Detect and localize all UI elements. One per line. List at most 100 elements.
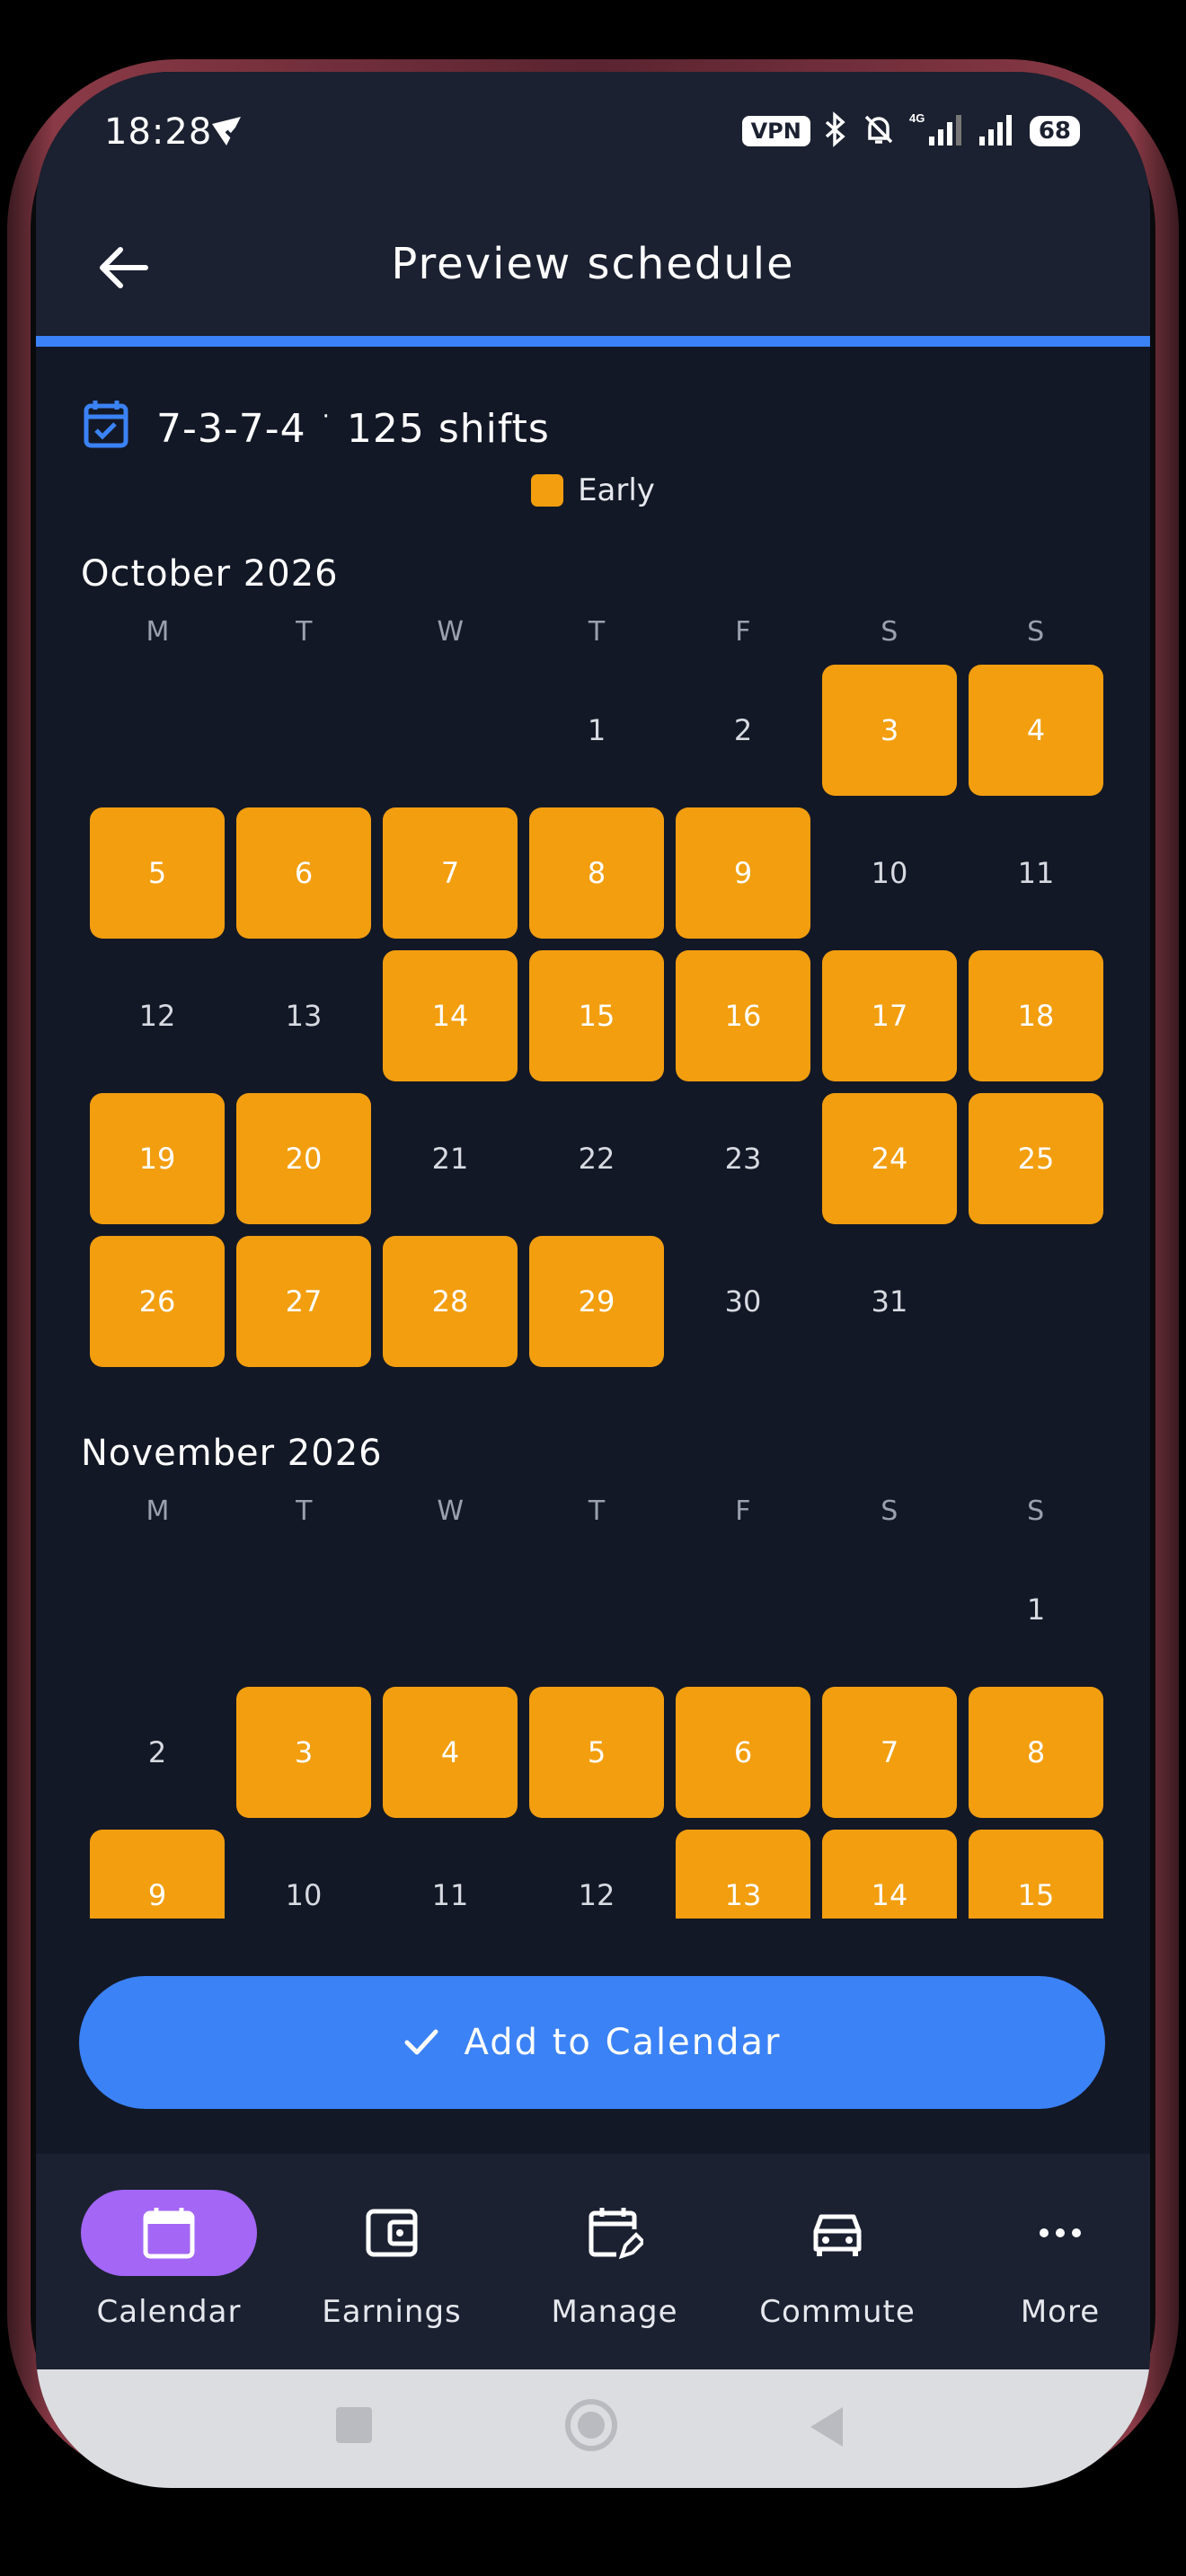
shift-day[interactable]: 9 (90, 1830, 225, 1919)
shift-day[interactable]: 18 (969, 950, 1103, 1081)
page-title: Preview schedule (391, 239, 795, 289)
shift-day[interactable]: 4 (383, 1687, 518, 1818)
shift-day[interactable]: 8 (969, 1687, 1103, 1818)
shift-day[interactable]: 5 (529, 1687, 664, 1818)
shift-day[interactable]: 17 (822, 950, 957, 1081)
recents-button[interactable] (334, 2404, 374, 2452)
shift-day[interactable]: 3 (236, 1687, 371, 1818)
shift-day[interactable]: 13 (676, 1830, 810, 1919)
calendar-icon (81, 2190, 257, 2276)
summary-separator: · (322, 402, 331, 430)
calendar-day[interactable]: 30 (676, 1236, 810, 1367)
back-system-button[interactable] (807, 2404, 846, 2454)
nav-label-calendar: Calendar (96, 2294, 242, 2330)
calendar-day[interactable]: 10 (236, 1830, 371, 1919)
legend-label: Early (578, 472, 655, 508)
month-title: November 2026 (81, 1433, 383, 1474)
shift-day[interactable]: 8 (529, 807, 664, 939)
legend: Early (36, 472, 1150, 508)
shift-day[interactable]: 29 (529, 1236, 664, 1367)
weekday-label: F (735, 1495, 751, 1527)
shift-day[interactable]: 6 (676, 1687, 810, 1818)
calendar-day[interactable]: 21 (383, 1093, 518, 1224)
calendar-day[interactable]: 1 (529, 665, 664, 796)
nav-calendar[interactable]: Calendar (58, 2190, 280, 2330)
calendar-check-icon (83, 399, 129, 459)
progress-bar (36, 336, 1150, 347)
shift-day[interactable]: 3 (822, 665, 957, 796)
calendar-day[interactable]: 23 (676, 1093, 810, 1224)
weekday-header: MTWTFSS (84, 1495, 1109, 1527)
nav-earnings[interactable]: Earnings (280, 2190, 503, 2330)
schedule-preview[interactable]: 7-3-7-4 · 125 shifts Early October 2026 M… (36, 347, 1150, 1919)
shift-day[interactable]: 9 (676, 807, 810, 939)
shift-day[interactable]: 4 (969, 665, 1103, 796)
weekday-label: S (1027, 1495, 1045, 1527)
weekday-label: T (296, 616, 313, 648)
screen: 18:28 VPN 4G 68 Preview schedule 7-3-7-4… (36, 72, 1150, 2488)
home-button[interactable] (562, 2396, 620, 2457)
shift-day[interactable]: 28 (383, 1236, 518, 1367)
app-bar: Preview schedule (36, 198, 1150, 336)
nav-commute[interactable]: Commute (726, 2190, 949, 2330)
status-time: 18:28 (104, 111, 213, 153)
calendar-day[interactable]: 2 (90, 1687, 225, 1818)
shift-count: 125 shifts (346, 406, 550, 452)
shift-day[interactable]: 14 (822, 1830, 957, 1919)
nav-label-manage: Manage (551, 2294, 678, 2330)
calendar-day[interactable]: 11 (969, 807, 1103, 939)
weekday-label: M (146, 1495, 170, 1527)
square-icon (336, 2407, 372, 2443)
calendar-day[interactable]: 1 (969, 1544, 1103, 1675)
weekday-label: S (881, 616, 898, 648)
system-navigation-bar (36, 2369, 1150, 2488)
shift-day[interactable]: 14 (383, 950, 518, 1081)
calendar-day[interactable]: 12 (90, 950, 225, 1081)
weekday-label: F (735, 616, 751, 648)
calendar-day[interactable]: 13 (236, 950, 371, 1081)
shift-day[interactable]: 20 (236, 1093, 371, 1224)
bottom-navigation: Calendar Earnings Manage Commute More (36, 2154, 1150, 2369)
weekday-label: T (296, 1495, 313, 1527)
nav-more[interactable]: More (949, 2190, 1150, 2330)
calendar-day[interactable]: 12 (529, 1830, 664, 1919)
shift-day[interactable]: 7 (822, 1687, 957, 1818)
weekday-label: M (146, 616, 170, 648)
calendar-day[interactable]: 11 (383, 1830, 518, 1919)
car-icon (749, 2190, 925, 2276)
shift-day[interactable]: 15 (969, 1830, 1103, 1919)
bluetooth-icon (823, 111, 848, 151)
pattern-label: 7-3-7-4 (156, 406, 306, 452)
add-to-calendar-button[interactable]: Add to Calendar (79, 1976, 1105, 2109)
legend-swatch (531, 474, 564, 507)
status-icons: VPN 4G 68 (741, 111, 1080, 151)
shift-day[interactable]: 15 (529, 950, 664, 1081)
shift-day[interactable]: 16 (676, 950, 810, 1081)
month-title: October 2026 (81, 553, 339, 595)
weekday-label: T (588, 1495, 606, 1527)
shift-day[interactable]: 19 (90, 1093, 225, 1224)
triangle-back-icon (810, 2407, 843, 2447)
status-bar: 18:28 VPN 4G 68 (36, 72, 1150, 198)
nav-manage[interactable]: Manage (503, 2190, 726, 2330)
check-icon (404, 2029, 438, 2055)
weekday-label: S (1027, 616, 1045, 648)
shift-day[interactable]: 24 (822, 1093, 957, 1224)
signal-4g-icon: 4G (909, 111, 965, 151)
shift-day[interactable]: 6 (236, 807, 371, 939)
shift-day[interactable]: 27 (236, 1236, 371, 1367)
shift-day[interactable]: 7 (383, 807, 518, 939)
weekday-label: W (437, 1495, 464, 1527)
weekday-header: MTWTFSS (84, 616, 1109, 648)
weekday-label: S (881, 1495, 898, 1527)
check-shield-icon (207, 113, 246, 153)
calendar-day[interactable]: 31 (822, 1236, 957, 1367)
shift-day[interactable]: 5 (90, 807, 225, 939)
calendar-day[interactable]: 22 (529, 1093, 664, 1224)
calendar-day[interactable]: 2 (676, 665, 810, 796)
shift-day[interactable]: 25 (969, 1093, 1103, 1224)
signal-icon (978, 111, 1017, 151)
calendar-day[interactable]: 10 (822, 807, 957, 939)
shift-day[interactable]: 26 (90, 1236, 225, 1367)
more-icon (972, 2190, 1148, 2276)
